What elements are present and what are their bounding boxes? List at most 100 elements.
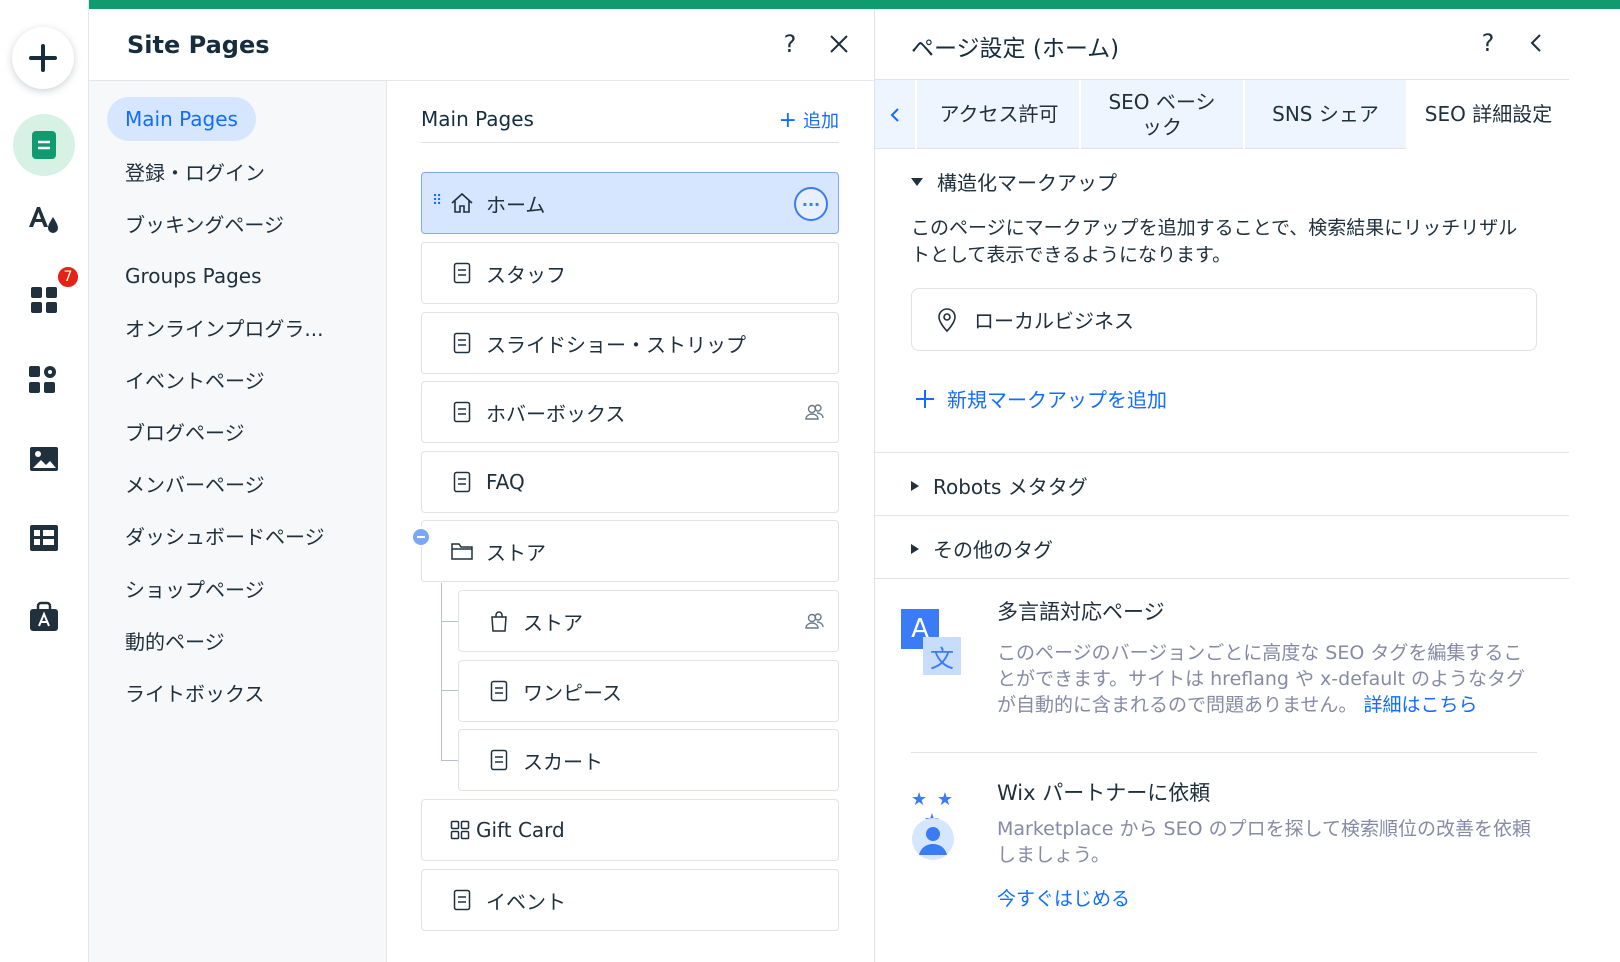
page-list-title: Main Pages [421,107,534,131]
robots-meta-section: Robots メタタグ [875,453,1569,516]
settings-tab-bar: アクセス許可 SEO ベーシック SNS シェア SEO 詳細設定 [875,79,1569,149]
chevron-right-icon [911,480,919,491]
partner-description: Marketplace から SEO のプロを探して検索順位の改善を依頼しましょ… [997,818,1532,866]
category-booking-pages[interactable]: ブッキングページ [107,201,302,245]
page-icon [450,400,474,424]
tab-advanced-seo[interactable]: SEO 詳細設定 [1408,80,1569,149]
page-row-gift-card[interactable]: Gift Card [421,799,839,861]
add-icon [29,44,57,72]
tree-branch [441,690,458,691]
tab-social-share[interactable]: SNS シェア [1245,80,1408,149]
divider [911,752,1537,753]
get-started-link[interactable]: 今すぐはじめる [997,884,1130,911]
page-row-slideshow[interactable]: スライドショー・ストリップ [421,312,839,374]
person-icon [912,818,954,860]
markup-item-local-business[interactable]: ローカルビジネス [911,288,1537,351]
multilingual-title: 多言語対応ページ [997,600,1165,624]
tab-scroll-left-button[interactable] [875,80,917,149]
page-row-faq[interactable]: FAQ [421,451,839,513]
tab-seo-basics[interactable]: SEO ベーシック [1081,80,1245,149]
other-tags-toggle[interactable]: その他のタグ [911,534,1053,563]
page-row-staff[interactable]: スタッフ [421,242,839,304]
pages-icon [32,131,56,159]
chevron-left-icon [1530,34,1541,52]
add-markup-label: 新規マークアップを追加 [947,388,1167,412]
add-page-button[interactable]: + 追加 [779,107,839,133]
page-row-store-folder[interactable]: ストア [421,520,839,582]
folder-icon [450,539,474,563]
category-member-pages[interactable]: メンバーページ [107,461,283,505]
left-rail: 7 [0,0,89,962]
page-label: ホーム [486,192,546,217]
page-icon [487,679,511,703]
other-tags-label: その他のタグ [933,538,1053,562]
app-market-icon [30,601,58,631]
page-label: FAQ [486,470,525,494]
members-only-icon [802,400,826,424]
drag-handle-icon[interactable]: ⠿ [432,193,442,209]
gift-card-icon [448,818,472,842]
category-signup-login[interactable]: 登録・ログイン [107,149,283,193]
category-blog-pages[interactable]: ブログページ [107,409,263,453]
home-icon [450,191,474,215]
tree-branch [441,621,458,622]
robots-meta-toggle[interactable]: Robots メタタグ [911,471,1088,500]
chevron-down-icon [911,177,923,186]
add-page-label: 追加 [803,111,839,132]
page-category-list: Main Pages 登録・ログイン ブッキングページ Groups Pages… [89,81,387,962]
notification-badge: 7 [56,265,80,289]
design-button[interactable] [13,189,75,251]
media-button[interactable] [13,428,75,490]
help-button[interactable]: ? [773,27,807,61]
page-settings-title: ページ設定 (ホーム) [911,36,1120,62]
page-list-header: Main Pages + 追加 [421,103,839,143]
page-settings-header: ページ設定 (ホーム) ? [875,9,1569,79]
page-label: ワンピース [523,680,622,705]
tree-line [441,583,442,761]
category-lightboxes[interactable]: ライトボックス [107,670,282,714]
cms-button[interactable] [13,507,75,569]
plus-icon [916,389,934,408]
structured-markup-label: 構造化マークアップ [937,171,1117,195]
add-elements-button[interactable] [12,27,74,89]
learn-more-link[interactable]: 詳細はこちら [1363,694,1477,716]
members-only-icon [802,609,826,633]
collapse-folder-button[interactable] [411,527,431,547]
pages-menu-button[interactable] [13,114,75,176]
back-button[interactable] [1519,26,1553,60]
page-row-home[interactable]: ⠿ ホーム ··· [421,172,839,234]
category-shop-pages[interactable]: ショップページ [107,566,283,610]
page-row-hoverbox[interactable]: ホバーボックス [421,381,839,443]
close-icon [830,35,848,53]
page-row-skirt[interactable]: スカート [458,729,839,791]
page-row-store[interactable]: ストア [458,590,839,652]
partner-title: Wix パートナーに依頼 [997,781,1211,805]
tab-permissions[interactable]: アクセス許可 [919,80,1081,149]
category-dynamic-pages[interactable]: 動的ページ [107,618,243,662]
category-event-pages[interactable]: イベントページ [107,357,283,401]
translate-letter-b: 文 [923,637,961,675]
page-row-event[interactable]: イベント [421,869,839,931]
page-row-onepiece[interactable]: ワンピース [458,660,839,722]
more-actions-button[interactable]: ··· [794,187,828,221]
business-apps-button[interactable] [13,349,75,411]
structured-markup-description: このページにマークアップを追加することで、検索結果にリッチリザルトとして表示でき… [911,217,1518,266]
category-dashboard-pages[interactable]: ダッシュボードページ [107,513,343,557]
app-market-button[interactable] [13,586,75,648]
category-main-pages[interactable]: Main Pages [107,97,256,141]
minus-icon [417,536,425,538]
apps-icon [31,287,57,313]
location-pin-icon [938,307,956,332]
add-markup-button[interactable]: 新規マークアップを追加 [915,384,1167,413]
structured-markup-toggle[interactable]: 構造化マークアップ [911,167,1117,196]
chevron-left-icon [890,107,899,122]
category-groups-pages[interactable]: Groups Pages [107,254,280,298]
panel-title: Site Pages [127,31,270,59]
help-button[interactable]: ? [1471,26,1505,60]
top-progress-strip [89,0,1620,9]
page-icon [450,261,474,285]
close-button[interactable] [822,27,856,61]
multilingual-translate-icon: A 文 [901,609,965,677]
category-online-programs[interactable]: オンラインプログラ... [107,305,341,349]
page-settings-panel: ページ設定 (ホーム) ? アクセス許可 SEO ベーシック SNS シェア S… [874,9,1620,962]
